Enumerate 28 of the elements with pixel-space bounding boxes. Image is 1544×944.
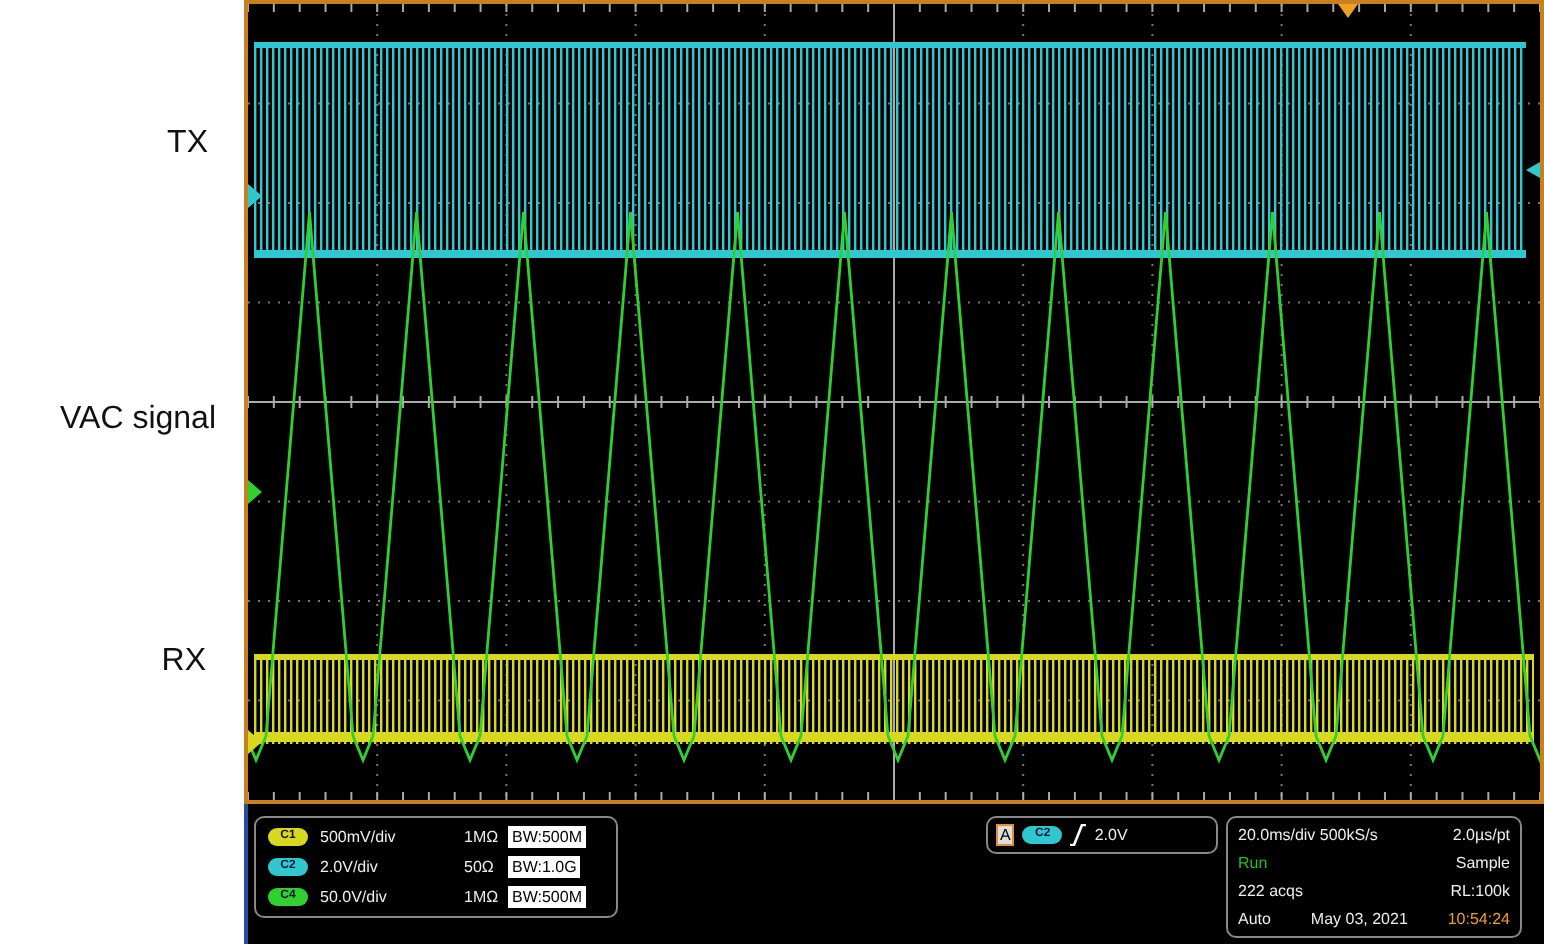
bandwidth-limit: BW:1.0G bbox=[508, 856, 581, 878]
channel-impedance: 1MΩ bbox=[464, 828, 501, 846]
rising-edge-icon bbox=[1070, 824, 1087, 846]
trace-label: RX bbox=[161, 642, 206, 682]
trigger-label[interactable]: A bbox=[996, 824, 1015, 846]
channel-scale: 500mV/div bbox=[320, 828, 398, 846]
channel-marker-icon bbox=[248, 480, 262, 504]
trace-label: VAC signal bbox=[60, 400, 216, 440]
acquisition-info: 2.0µs/pt bbox=[1452, 826, 1510, 844]
acquisition-info: 20.0ms/div 500kS/s bbox=[1238, 826, 1378, 844]
acquisition-info: Sample bbox=[1455, 854, 1510, 872]
acquisition-info: Auto bbox=[1238, 910, 1271, 928]
acquisition-info: 222 acqs bbox=[1238, 882, 1303, 900]
channel-impedance: 50Ω bbox=[464, 858, 496, 876]
channel-scale: 50.0V/div bbox=[320, 888, 389, 906]
trace-label: TX bbox=[167, 124, 208, 164]
bandwidth-limit: BW:500M bbox=[508, 886, 586, 908]
bandwidth-limit: BW:500M bbox=[508, 826, 586, 848]
channel-scale: 2.0V/div bbox=[320, 858, 380, 876]
acquisition-info: RL:100k bbox=[1450, 882, 1510, 900]
channel-impedance: 1MΩ bbox=[464, 888, 501, 906]
trigger-level: 2.0V bbox=[1094, 826, 1128, 844]
run-status: Run bbox=[1238, 854, 1268, 872]
channel-marker-icon bbox=[248, 730, 262, 754]
clock-time: 10:54:24 bbox=[1447, 910, 1510, 928]
acquisition-info: May 03, 2021 bbox=[1310, 910, 1408, 928]
channel-marker-icon bbox=[248, 184, 262, 208]
trigger-position-icon bbox=[1338, 4, 1358, 18]
